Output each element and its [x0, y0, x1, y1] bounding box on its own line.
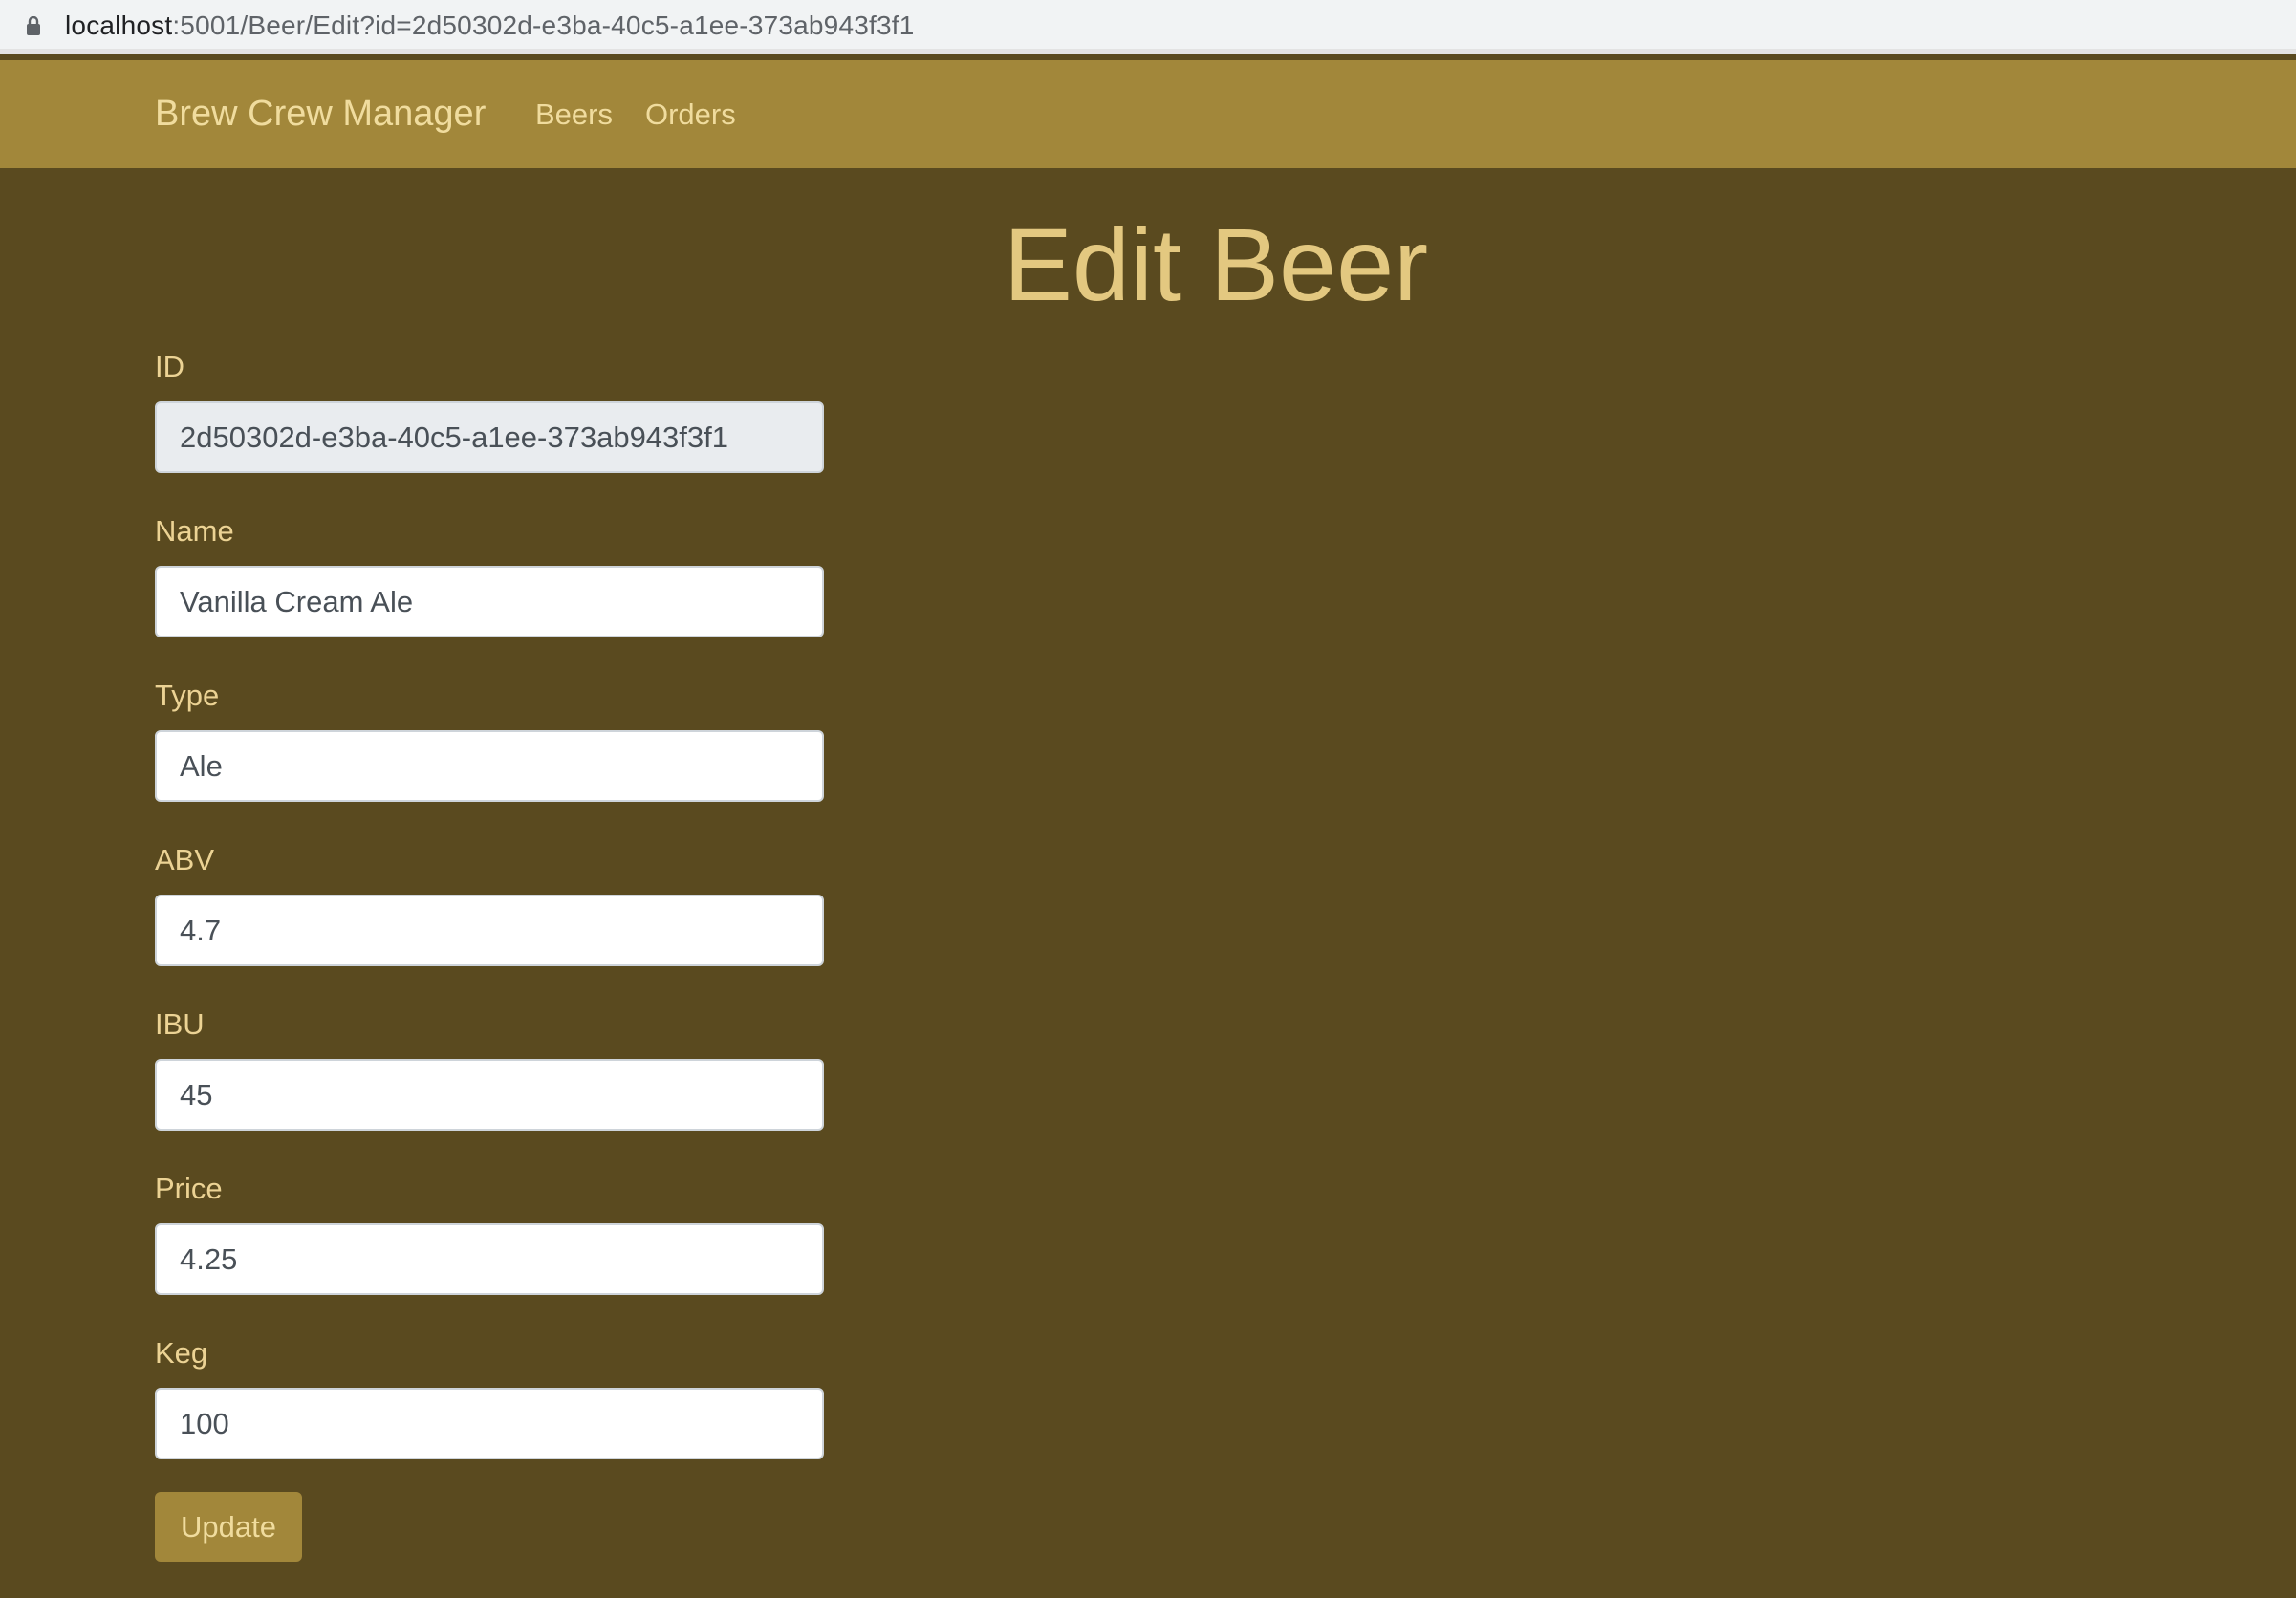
form-group-price: Price: [155, 1170, 824, 1295]
url-text[interactable]: localhost:5001/Beer/Edit?id=2d50302d-e3b…: [65, 9, 915, 43]
form-group-keg: Keg: [155, 1334, 824, 1459]
abv-field[interactable]: [155, 895, 824, 966]
price-field[interactable]: [155, 1223, 824, 1295]
id-field[interactable]: [155, 401, 824, 473]
price-label: Price: [155, 1172, 223, 1205]
browser-address-bar[interactable]: localhost:5001/Beer/Edit?id=2d50302d-e3b…: [0, 0, 2296, 54]
ibu-label: IBU: [155, 1007, 205, 1041]
keg-label: Keg: [155, 1336, 208, 1370]
url-path: :5001/Beer/Edit?id=2d50302d-e3ba-40c5-a1…: [172, 11, 915, 40]
navbar: Brew Crew Manager Beers Orders: [0, 60, 2296, 168]
id-label: ID: [155, 350, 184, 383]
url-host: localhost: [65, 11, 173, 40]
name-field[interactable]: [155, 566, 824, 637]
update-button[interactable]: Update: [155, 1492, 302, 1562]
type-label: Type: [155, 679, 220, 712]
nav-link-orders[interactable]: Orders: [645, 97, 736, 133]
keg-field[interactable]: [155, 1388, 824, 1459]
name-label: Name: [155, 514, 234, 548]
form-group-id: ID: [155, 348, 824, 473]
form-group-name: Name: [155, 512, 824, 637]
abv-label: ABV: [155, 843, 215, 876]
form-group-abv: ABV: [155, 841, 824, 966]
type-field[interactable]: [155, 730, 824, 802]
nav-link-beers[interactable]: Beers: [535, 97, 613, 133]
page-title: Edit Beer: [1003, 206, 1429, 322]
form-group-type: Type: [155, 677, 824, 802]
brand-link[interactable]: Brew Crew Manager: [155, 92, 486, 136]
form-group-ibu: IBU: [155, 1005, 824, 1131]
ibu-field[interactable]: [155, 1059, 824, 1131]
lock-icon: [27, 16, 40, 35]
